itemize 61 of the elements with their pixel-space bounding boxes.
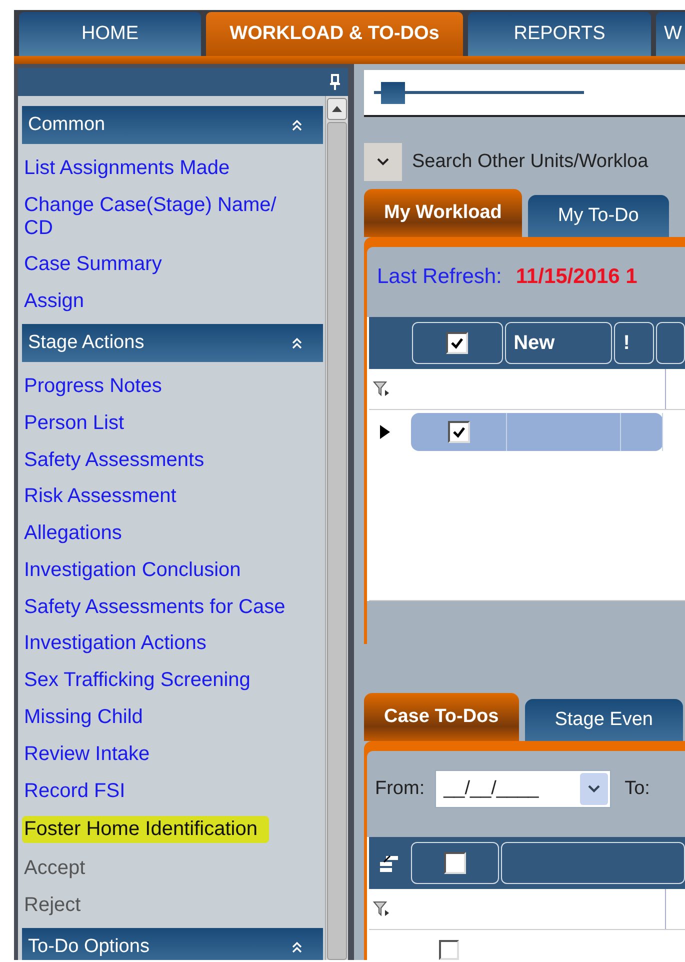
tab[interactable]: Stage Even: [524, 699, 683, 741]
column-header[interactable]: [501, 842, 685, 884]
column-header[interactable]: [656, 322, 685, 364]
sidebar-link[interactable]: Change Case(Stage) Name/ CD: [24, 194, 296, 240]
scroll-up-icon[interactable]: [331, 105, 343, 113]
sidebar-link[interactable]: Record FSI: [24, 780, 126, 803]
sidebar-link[interactable]: Case Summary: [24, 253, 162, 276]
slider-thumb[interactable]: [380, 82, 404, 104]
column-header[interactable]: !: [614, 322, 654, 364]
filter-icon[interactable]: [373, 380, 391, 398]
section-title: Stage Actions: [28, 332, 144, 354]
sidebar-link[interactable]: Missing Child: [24, 706, 143, 730]
filter-icon[interactable]: [373, 900, 391, 918]
sidebar-link[interactable]: List Assignments Made: [24, 156, 230, 180]
nav-tab[interactable]: W: [656, 12, 685, 56]
checkmark-icon: [450, 337, 464, 350]
checkbox[interactable]: [448, 421, 470, 444]
section-title: Common: [28, 114, 106, 136]
section-title: To-Do Options: [28, 936, 150, 958]
sidebar-link[interactable]: Assign: [24, 290, 84, 314]
column-header[interactable]: [412, 322, 503, 364]
sidebar-link[interactable]: Sex Trafficking Screening: [24, 669, 250, 692]
sidebar-link[interactable]: Investigation Conclusion: [24, 558, 241, 582]
sidebar-link[interactable]: Progress Notes: [24, 375, 162, 398]
sidebar-link[interactable]: Foster Home Identification: [22, 816, 270, 844]
nav-tab[interactable]: WORKLOAD & TO-DOs: [206, 12, 463, 56]
tab[interactable]: Case To-Dos: [364, 693, 519, 741]
refresh-time: 11/15/2016 1: [516, 265, 638, 290]
section-header[interactable]: Stage Actions: [22, 324, 323, 362]
search-label: Search Other Units/Workloa: [412, 151, 648, 174]
sidebar-link[interactable]: Allegations: [24, 522, 122, 546]
sidebar-link[interactable]: Safety Assessments: [24, 448, 204, 472]
checkmark-icon: [452, 426, 466, 438]
sidebar-link[interactable]: Person List: [24, 412, 124, 435]
refresh-label: Last Refresh:: [377, 265, 502, 290]
from-label: From:: [375, 778, 425, 800]
date-field[interactable]: __/__/____: [434, 770, 611, 808]
dropdown-icon[interactable]: [588, 785, 600, 793]
sidebar-link[interactable]: Risk Assessment: [24, 485, 176, 508]
pin-icon[interactable]: [330, 74, 340, 90]
tab[interactable]: My To-Do: [528, 195, 669, 238]
sidebar-link[interactable]: Review Intake: [24, 742, 150, 766]
column-header[interactable]: New: [504, 322, 612, 364]
row-pointer-icon: [379, 424, 391, 440]
section-header[interactable]: To-Do Options: [22, 928, 323, 960]
column-header[interactable]: [411, 842, 500, 884]
checkbox[interactable]: [446, 332, 468, 354]
checkbox[interactable]: [444, 852, 466, 874]
collapse-icon[interactable]: [291, 119, 303, 131]
nav-tab[interactable]: REPORTS: [468, 12, 651, 56]
scrollbar[interactable]: [325, 96, 348, 960]
sidebar-link[interactable]: Investigation Actions: [24, 632, 206, 656]
collapse-icon[interactable]: [291, 337, 303, 350]
nav-tab[interactable]: HOME: [19, 12, 201, 56]
sidebar-link[interactable]: Safety Assessments for Case: [24, 596, 286, 619]
section-header[interactable]: Common: [22, 106, 323, 144]
collapse-icon[interactable]: [291, 940, 303, 953]
chevron-down-icon: [377, 158, 389, 166]
tab[interactable]: My Workload: [364, 189, 522, 238]
checkbox[interactable]: [439, 940, 459, 960]
to-label: To:: [624, 778, 650, 800]
